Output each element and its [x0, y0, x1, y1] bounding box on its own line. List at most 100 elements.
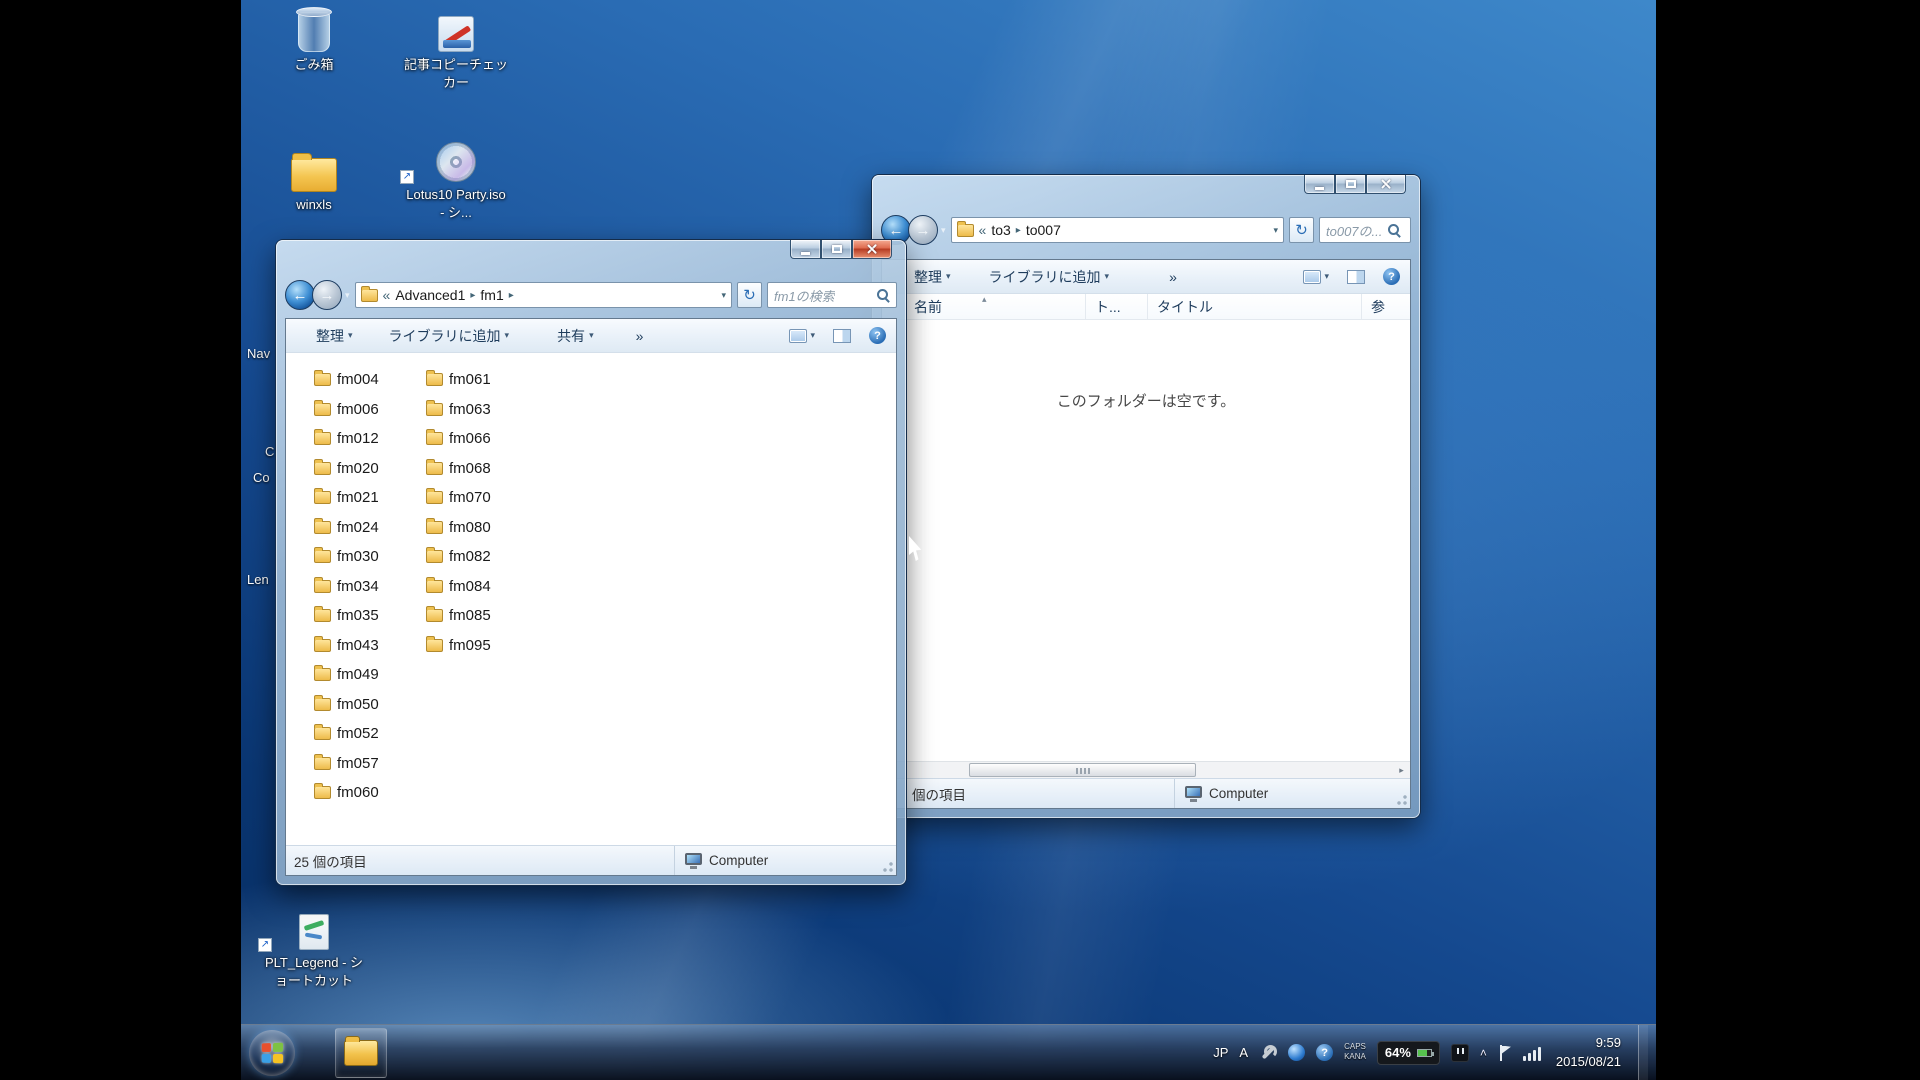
breadcrumb-item[interactable]: to007 [1026, 222, 1061, 238]
toolbar-overflow[interactable]: » [636, 328, 644, 344]
search-input[interactable]: to007の... [1326, 221, 1382, 240]
preview-pane-button[interactable] [833, 329, 851, 343]
search-input[interactable]: fm1の検索 [774, 286, 835, 305]
refresh-button[interactable]: ↻ [737, 282, 762, 308]
partial-icon-label[interactable]: Nav [247, 346, 270, 361]
close-button[interactable] [1366, 175, 1406, 194]
column-header-title[interactable]: タイトル [1148, 294, 1362, 319]
scroll-right-button[interactable]: ▸ [1393, 762, 1410, 778]
breadcrumb-item[interactable]: Advanced1 [395, 287, 465, 303]
toolbar-add-to-library[interactable]: ライブラリに追加 ▾ [389, 326, 510, 346]
folder-item[interactable]: fm061 [426, 365, 538, 395]
folder-item[interactable]: fm035 [314, 601, 426, 631]
ime-mode-indicator[interactable]: A [1239, 1045, 1248, 1060]
folder-item[interactable]: fm024 [314, 513, 426, 543]
file-list-area[interactable]: fm004fm006fm012fm020fm021fm024fm030fm034… [286, 353, 896, 845]
folder-item[interactable]: fm063 [426, 395, 538, 425]
desktop-icon-winxls[interactable]: winxls [262, 146, 366, 214]
breadcrumb-item[interactable]: fm1 [480, 287, 503, 303]
toolbar-overflow[interactable]: » [1169, 269, 1177, 285]
address-dropdown-icon[interactable]: ▾ [1273, 225, 1278, 236]
folder-item[interactable]: fm095 [426, 631, 538, 661]
resize-grip[interactable] [881, 860, 894, 873]
folder-item[interactable]: fm034 [314, 572, 426, 602]
tools-tray-icon[interactable] [1259, 1044, 1277, 1062]
search-box[interactable]: to007の... [1319, 217, 1411, 243]
refresh-button[interactable]: ↻ [1289, 217, 1314, 243]
folder-item[interactable]: fm049 [314, 660, 426, 690]
toolbar-add-to-library[interactable]: ライブラリに追加 ▾ [989, 267, 1110, 287]
history-dropdown-icon[interactable]: ▾ [345, 290, 350, 301]
close-button[interactable] [852, 240, 892, 259]
folder-item[interactable]: fm006 [314, 395, 426, 425]
back-button[interactable]: ← [285, 280, 315, 310]
help-button[interactable]: ? [1383, 268, 1400, 285]
folder-item[interactable]: fm070 [426, 483, 538, 513]
folder-item[interactable]: fm021 [314, 483, 426, 513]
taskbar-explorer-button[interactable] [335, 1028, 387, 1078]
column-header-date[interactable]: ト... [1086, 294, 1148, 319]
help-tray-icon[interactable]: ? [1316, 1044, 1333, 1061]
folder-item[interactable]: fm057 [314, 749, 426, 779]
explorer-window-to007[interactable]: ← → ▾ « to3 ▸ to007 ▾ ↻ to007の... 整理 ▾ [872, 175, 1420, 818]
address-bar[interactable]: « to3 ▸ to007 ▾ [951, 217, 1284, 243]
change-view-button[interactable]: ▾ [789, 329, 815, 343]
address-dropdown-icon[interactable]: ▾ [721, 290, 726, 301]
folder-item[interactable]: fm085 [426, 601, 538, 631]
forward-button[interactable]: → [312, 280, 342, 310]
desktop-icon-plt-legend[interactable]: ↗ PLT_Legend - ショートカット [262, 904, 366, 989]
search-box[interactable]: fm1の検索 [767, 282, 897, 308]
battery-meter[interactable]: 64% [1377, 1041, 1440, 1065]
breadcrumb-overflow[interactable]: « [383, 287, 391, 303]
folder-item[interactable]: fm043 [314, 631, 426, 661]
forward-button[interactable]: → [908, 215, 938, 245]
toolbar-organize[interactable]: 整理 ▾ [316, 326, 353, 346]
partial-icon-label[interactable]: Co [253, 470, 270, 485]
breadcrumb-overflow[interactable]: « [979, 222, 987, 238]
help-button[interactable]: ? [869, 327, 886, 344]
folder-item[interactable]: fm060 [314, 778, 426, 808]
folder-item[interactable]: fm082 [426, 542, 538, 572]
desktop-icon-article-checker[interactable]: 記事コピーチェッカー [404, 6, 508, 91]
app-tray-icon[interactable] [1288, 1044, 1305, 1061]
desktop-icon-lotus-iso[interactable]: ↗ Lotus10 Party.iso - シ... [404, 136, 508, 221]
folder-item[interactable]: fm012 [314, 424, 426, 454]
partial-icon-label[interactable]: Len [247, 572, 269, 587]
scrollbar-thumb[interactable] [969, 763, 1196, 777]
network-signal-icon[interactable] [1523, 1045, 1541, 1061]
show-desktop-button[interactable] [1638, 1025, 1648, 1080]
horizontal-scrollbar[interactable]: ◂ ▸ [882, 761, 1410, 778]
minimize-button[interactable] [1304, 175, 1335, 194]
maximize-button[interactable] [1335, 175, 1366, 194]
explorer-window-fm1[interactable]: ← → ▾ « Advanced1 ▸ fm1 ▸ ▾ ↻ fm1の検索 整理 [276, 240, 906, 885]
folder-item[interactable]: fm004 [314, 365, 426, 395]
desktop-icon-recycle-bin[interactable]: ごみ箱 [262, 6, 366, 74]
preview-pane-button[interactable] [1347, 270, 1365, 284]
history-dropdown-icon[interactable]: ▾ [941, 225, 946, 236]
folder-item[interactable]: fm066 [426, 424, 538, 454]
address-bar[interactable]: « Advanced1 ▸ fm1 ▸ ▾ [355, 282, 732, 308]
toolbar-organize[interactable]: 整理 ▾ [914, 267, 951, 287]
file-list-area[interactable]: このフォルダーは空です。 [882, 320, 1410, 761]
folder-item[interactable]: fm020 [314, 454, 426, 484]
maximize-button[interactable] [821, 240, 852, 259]
show-hidden-icons-button[interactable]: ˄ [1480, 1046, 1487, 1060]
action-center-icon[interactable] [1498, 1045, 1512, 1061]
change-view-button[interactable]: ▾ [1303, 270, 1329, 284]
ime-caps-kana-indicator[interactable]: CAPS KANA [1344, 1043, 1366, 1062]
power-plug-icon[interactable] [1451, 1044, 1469, 1062]
folder-item[interactable]: fm068 [426, 454, 538, 484]
folder-item[interactable]: fm030 [314, 542, 426, 572]
folder-item[interactable]: fm050 [314, 690, 426, 720]
column-header-ref[interactable]: 参 [1362, 294, 1410, 319]
folder-item[interactable]: fm084 [426, 572, 538, 602]
taskbar-clock[interactable]: 9:59 2015/08/21 [1556, 1034, 1621, 1072]
language-indicator[interactable]: JP [1213, 1045, 1228, 1060]
title-bar[interactable] [872, 175, 1290, 211]
start-button[interactable] [249, 1030, 295, 1076]
resize-grip[interactable] [1395, 793, 1408, 806]
title-bar[interactable] [276, 240, 776, 276]
partial-icon-label[interactable]: C [265, 444, 274, 459]
toolbar-share[interactable]: 共有 ▾ [557, 326, 594, 346]
minimize-button[interactable] [790, 240, 821, 259]
